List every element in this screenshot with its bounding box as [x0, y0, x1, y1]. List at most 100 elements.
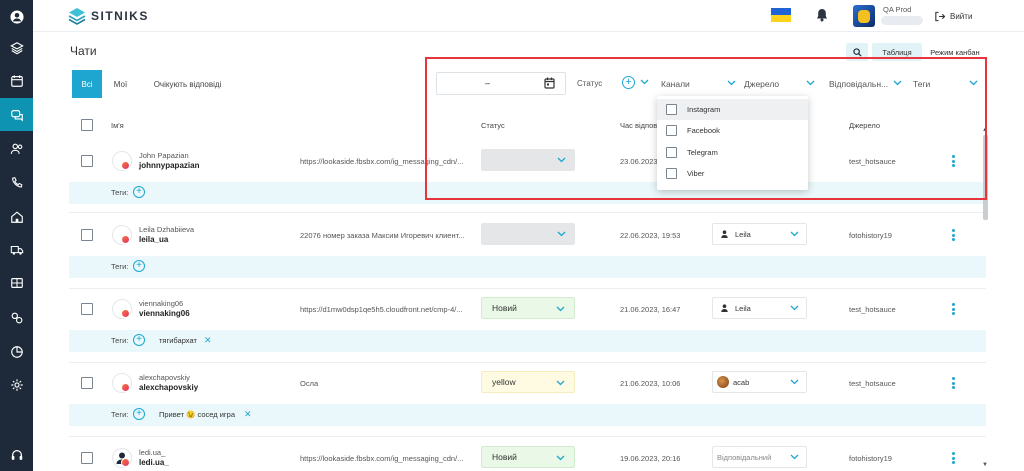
logo-icon	[68, 8, 86, 25]
status-select[interactable]: Новий	[481, 297, 575, 319]
select-all-checkbox[interactable]	[81, 119, 93, 131]
responsible-value: acab	[733, 377, 750, 387]
analytics-icon[interactable]	[0, 335, 33, 368]
response-time: 21.06.2023, 10:06	[620, 379, 681, 388]
status-select[interactable]: Новий	[481, 446, 575, 468]
chats-icon[interactable]	[0, 98, 33, 131]
users-icon[interactable]	[0, 132, 33, 165]
contact-name: John Papazian	[139, 151, 189, 160]
row-checkbox[interactable]	[81, 155, 93, 167]
responsible-select[interactable]: Leila	[712, 297, 807, 319]
contact-username[interactable]: alexchapovskiy	[139, 383, 198, 392]
chevron-down-icon	[790, 304, 799, 313]
tab-waiting[interactable]: Очікують відповіді	[140, 70, 235, 98]
chevron-down-icon	[790, 378, 799, 387]
add-tag-button[interactable]: +	[133, 186, 145, 198]
add-tag-button[interactable]: +	[133, 408, 145, 420]
row-checkbox[interactable]	[81, 452, 93, 464]
app-logo[interactable]: SITNIKS	[68, 7, 149, 25]
add-tag-button[interactable]: +	[133, 334, 145, 346]
user-balance-pill	[881, 16, 923, 25]
source-value: fotohistory19	[849, 231, 892, 240]
contact-username[interactable]: viennaking06	[139, 309, 190, 318]
settings-icon[interactable]	[0, 368, 33, 401]
warehouse-icon[interactable]	[0, 266, 33, 299]
person-icon	[721, 230, 728, 238]
tags-label: Теги:	[111, 262, 129, 271]
chevron-down-icon	[790, 453, 799, 462]
responsible-select[interactable]: Відповідальний	[712, 446, 807, 468]
row-checkbox[interactable]	[81, 303, 93, 315]
ukraine-flag-icon[interactable]	[771, 8, 791, 22]
status-value: Новий	[492, 452, 517, 462]
source-value: test_hotsauce	[849, 305, 896, 314]
profile-icon[interactable]	[0, 0, 33, 33]
responsible-value: Відповідальний	[717, 452, 772, 462]
contact-name: alexchapovskiy	[139, 373, 190, 382]
responsible-select[interactable]: Leila	[712, 223, 807, 245]
top-header: SITNIKS QA Prod Вийти	[33, 0, 1024, 32]
contact-name: viennaking06	[139, 299, 184, 308]
user-avatar[interactable]	[853, 5, 875, 27]
page-title: Чати	[70, 44, 97, 58]
more-options-icon[interactable]	[952, 377, 956, 391]
more-options-icon[interactable]	[952, 303, 956, 317]
logout-button[interactable]: Вийти	[934, 11, 972, 22]
calendar-icon[interactable]	[0, 64, 33, 97]
more-options-icon[interactable]	[952, 452, 956, 466]
tab-all[interactable]: Всі	[72, 70, 102, 98]
chevron-down-icon	[557, 229, 566, 239]
row-divider	[69, 436, 986, 437]
last-message[interactable]: https://d1mw0dsp1qe5h5.cloudfront.net/cm…	[300, 305, 463, 314]
responsible-select[interactable]: acab	[712, 371, 807, 393]
chevron-down-icon	[556, 304, 565, 314]
tag-chip: Привет 😉 сосед игра	[159, 410, 236, 419]
instagram-icon	[121, 161, 130, 170]
chevron-down-icon	[556, 453, 565, 463]
contact-name: Leila Dzhabiieva	[139, 225, 195, 234]
more-options-icon[interactable]	[952, 229, 956, 243]
tags-row: Теги: +	[69, 256, 986, 278]
status-select[interactable]: yellow	[481, 371, 575, 393]
layers-icon[interactable]	[0, 31, 33, 64]
tag-chip: тягибархат	[159, 336, 197, 345]
integrations-icon[interactable]	[0, 301, 33, 334]
chevron-down-icon	[790, 230, 799, 239]
tags-label: Теги:	[111, 336, 129, 345]
last-message[interactable]: https://lookaside.fbsbx.com/ig_messaging…	[300, 454, 463, 463]
last-message[interactable]: Осла	[300, 379, 318, 388]
row-divider	[69, 212, 986, 213]
contact-name: ledi.ua_	[139, 448, 166, 457]
add-tag-button[interactable]: +	[133, 260, 145, 272]
response-time: 21.06.2023, 16:47	[620, 305, 681, 314]
logo-text: SITNIKS	[91, 9, 149, 23]
row-divider	[69, 288, 986, 289]
scroll-down-icon[interactable]: ▼	[982, 462, 988, 468]
instagram-icon	[121, 309, 130, 318]
instagram-icon	[121, 383, 130, 392]
remove-tag-icon[interactable]: ✕	[204, 335, 212, 346]
highlight-frame	[425, 57, 987, 200]
phone-icon[interactable]	[0, 166, 33, 199]
row-checkbox[interactable]	[81, 377, 93, 389]
contact-username[interactable]: ledi.ua_	[139, 458, 169, 467]
contact-username[interactable]: leila_ua	[139, 235, 168, 244]
status-select[interactable]	[481, 223, 575, 245]
status-value: yellow	[492, 377, 516, 387]
instagram-icon	[121, 458, 130, 467]
support-icon[interactable]	[0, 438, 33, 471]
logout-icon	[935, 11, 945, 22]
tab-mine[interactable]: Мої	[108, 70, 133, 98]
last-message[interactable]: 22076 номер заказа Максим Игоревич клиен…	[300, 231, 464, 240]
source-value: fotohistory19	[849, 454, 892, 463]
person-icon	[721, 304, 728, 312]
home-icon[interactable]	[0, 200, 33, 233]
truck-icon[interactable]	[0, 233, 33, 266]
row-divider	[69, 362, 986, 363]
row-checkbox[interactable]	[81, 229, 93, 241]
remove-tag-icon[interactable]: ✕	[244, 409, 252, 420]
user-name: QA Prod	[883, 5, 912, 14]
bell-icon[interactable]	[816, 8, 828, 24]
source-value: test_hotsauce	[849, 379, 896, 388]
contact-username[interactable]: johnnypapazian	[139, 161, 199, 170]
